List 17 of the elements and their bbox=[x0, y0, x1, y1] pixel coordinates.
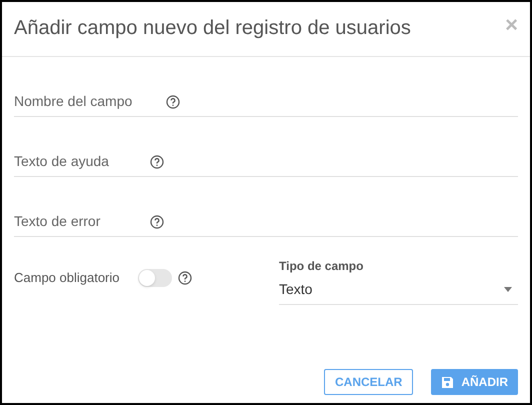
dropdown-caret-icon bbox=[504, 287, 512, 292]
field-type-select[interactable]: Texto bbox=[279, 275, 518, 305]
help-icon bbox=[150, 214, 164, 228]
help-icon bbox=[178, 271, 192, 285]
text-field[interactable]: Texto de ayuda bbox=[14, 151, 146, 172]
help-icon bbox=[150, 154, 164, 168]
text-field[interactable]: Nombre del campo bbox=[14, 91, 162, 112]
field-type-label: Tipo de campo bbox=[279, 258, 364, 275]
toggle-switch[interactable] bbox=[138, 269, 172, 287]
cancel-button[interactable]: CANCELAR bbox=[324, 369, 414, 395]
close-button[interactable]: × bbox=[505, 14, 518, 36]
toggle-label: Campo obligatorio bbox=[14, 269, 121, 288]
save-icon bbox=[441, 376, 454, 388]
text-field[interactable]: Texto de error bbox=[14, 211, 146, 232]
add-button[interactable]: AÑADIR bbox=[431, 369, 518, 395]
dialog-title: Añadir campo nuevo del registro de usuarios bbox=[14, 16, 411, 41]
help-icon bbox=[166, 94, 180, 108]
